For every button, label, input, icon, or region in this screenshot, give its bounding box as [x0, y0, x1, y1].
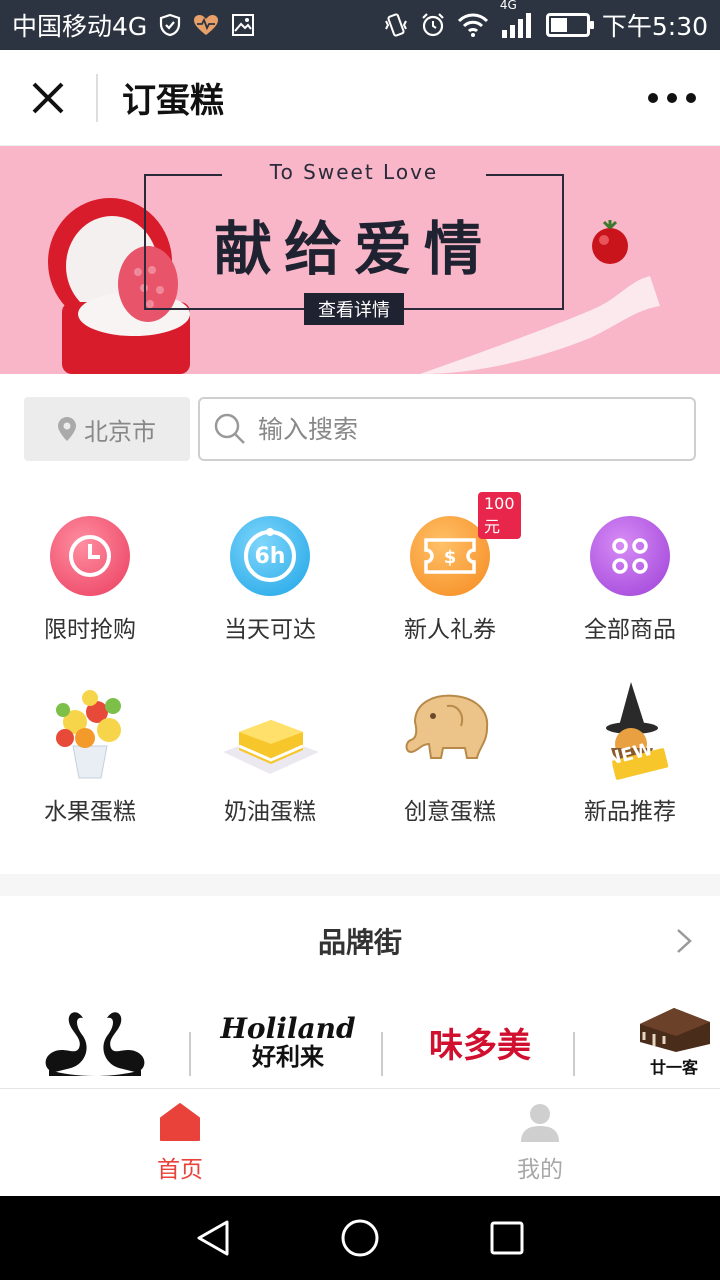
21cake-cn-label: 廿一客 [649, 1058, 698, 1077]
section-divider [0, 874, 720, 896]
category-label: 全部商品 [584, 617, 676, 643]
more-dot [667, 93, 677, 103]
city-selector[interactable]: 北京市 [24, 397, 190, 461]
wifi-icon [457, 13, 488, 37]
carrier-label: 中国移动4G [12, 12, 148, 41]
category-creative-cake[interactable]: 创意蛋糕 [360, 682, 540, 826]
brand-street-header[interactable]: 品牌街 [0, 896, 720, 986]
more-button[interactable] [648, 80, 696, 116]
city-label: 北京市 [84, 417, 156, 446]
more-dot [686, 93, 696, 103]
title-divider [96, 73, 98, 122]
tab-mine[interactable]: 我的 [360, 1089, 720, 1197]
status-bar: 中国移动4G 4G 下午5:30 [0, 0, 720, 50]
category-label: 奶油蛋糕 [224, 799, 316, 825]
search-row: 北京市 [24, 397, 696, 461]
coupon-icon: 100元 $ [410, 492, 521, 596]
brand-holiland[interactable]: Holiland 好利来 [210, 996, 366, 1088]
category-fruit-cake[interactable]: 水果蛋糕 [0, 682, 180, 826]
image-icon [231, 13, 255, 37]
spoon-image [420, 276, 660, 374]
fruit-cake-image [56, 690, 121, 779]
tab-label: 首页 [157, 1157, 203, 1183]
alarm-icon [420, 12, 446, 38]
weiduomei-label: 味多美 [429, 1025, 531, 1066]
tab-home[interactable]: 首页 [0, 1089, 360, 1197]
brand-black-swan[interactable] [30, 996, 160, 1088]
search-icon [214, 413, 245, 444]
promo-banner[interactable]: To Sweet Love 献给爱情 查看详情 [0, 146, 720, 374]
system-nav-bar [0, 1196, 720, 1280]
back-icon[interactable] [195, 1219, 231, 1257]
tab-bar: 首页 我的 [0, 1088, 720, 1196]
network-label: 4G [499, 0, 517, 12]
black-swan-logo-icon [45, 1012, 145, 1076]
brand-weiduomei[interactable]: 味多美 [400, 996, 560, 1088]
cream-cake-image [223, 720, 319, 774]
category-cream-cake[interactable]: 奶油蛋糕 [180, 682, 360, 826]
home-circle-icon[interactable] [340, 1218, 380, 1258]
6h-icon: 6h [230, 516, 310, 596]
category-new-products[interactable]: NEW 新品推荐 [540, 682, 720, 826]
heart-rate-icon [193, 14, 219, 36]
user-icon [521, 1104, 559, 1142]
category-label: 新人礼券 [404, 617, 496, 643]
more-dot [648, 93, 658, 103]
category-all-products[interactable]: 全部商品 [540, 516, 720, 644]
signal-icon: 4G [500, 0, 534, 38]
banner-detail-button[interactable]: 查看详情 [304, 293, 404, 325]
brand-list: Holiland 好利来 味多美 廿一客 [0, 996, 720, 1088]
category-label: 水果蛋糕 [44, 799, 136, 825]
page-title: 订蛋糕 [122, 81, 224, 121]
holiland-logo: Holiland 好利来 [220, 1012, 356, 1071]
brand-divider [381, 1032, 383, 1076]
svg-text:$: $ [444, 547, 457, 568]
tomato-image [592, 220, 628, 264]
category-label: 限时抢购 [44, 617, 136, 643]
category-label: 创意蛋糕 [404, 799, 496, 825]
category-label: 新品推荐 [584, 799, 676, 825]
clock-icon [50, 516, 130, 596]
vibrate-icon [384, 12, 408, 38]
21cake-logo-icon [640, 1008, 710, 1052]
shield-icon [159, 13, 181, 37]
battery-icon [545, 13, 594, 37]
category-grid: 限时抢购 6h 当天可达 100元 $ 新人礼券 全部商品 水果蛋糕 奶油蛋糕 … [0, 492, 720, 854]
brand-divider [189, 1032, 191, 1076]
recent-apps-icon[interactable] [489, 1220, 525, 1256]
search-input[interactable] [258, 414, 658, 444]
brand-21cake[interactable]: 廿一客 [628, 996, 720, 1088]
close-button[interactable] [0, 50, 96, 146]
location-pin-icon [58, 417, 76, 441]
search-box[interactable] [198, 397, 696, 461]
brand-street-title: 品牌街 [317, 926, 402, 959]
category-flash-sale[interactable]: 限时抢购 [0, 516, 180, 644]
holiland-en-label: Holiland [220, 1012, 356, 1045]
home-icon [160, 1103, 200, 1141]
close-icon [32, 82, 64, 113]
banner-subtitle: To Sweet Love [269, 160, 439, 184]
chevron-right-icon [677, 929, 692, 953]
all-products-icon [590, 516, 670, 596]
brand-divider [573, 1032, 575, 1076]
category-same-day[interactable]: 6h 当天可达 [180, 516, 360, 644]
category-new-user-coupon[interactable]: 100元 $ 新人礼券 [360, 492, 540, 644]
screen: 中国移动4G 4G 下午5:30 订蛋糕 To Sweet Love 献给爱情 … [0, 0, 720, 1280]
holiland-cn-label: 好利来 [252, 1043, 324, 1071]
category-label: 当天可达 [224, 617, 316, 643]
elephant-cookie-image [405, 694, 489, 759]
6h-label: 6h [254, 543, 286, 569]
time-label: 下午5:30 [601, 12, 708, 41]
title-bar: 订蛋糕 [0, 50, 720, 146]
new-product-image [606, 682, 669, 780]
coupon-badge: 100元 [478, 492, 521, 539]
tab-label: 我的 [517, 1157, 563, 1183]
